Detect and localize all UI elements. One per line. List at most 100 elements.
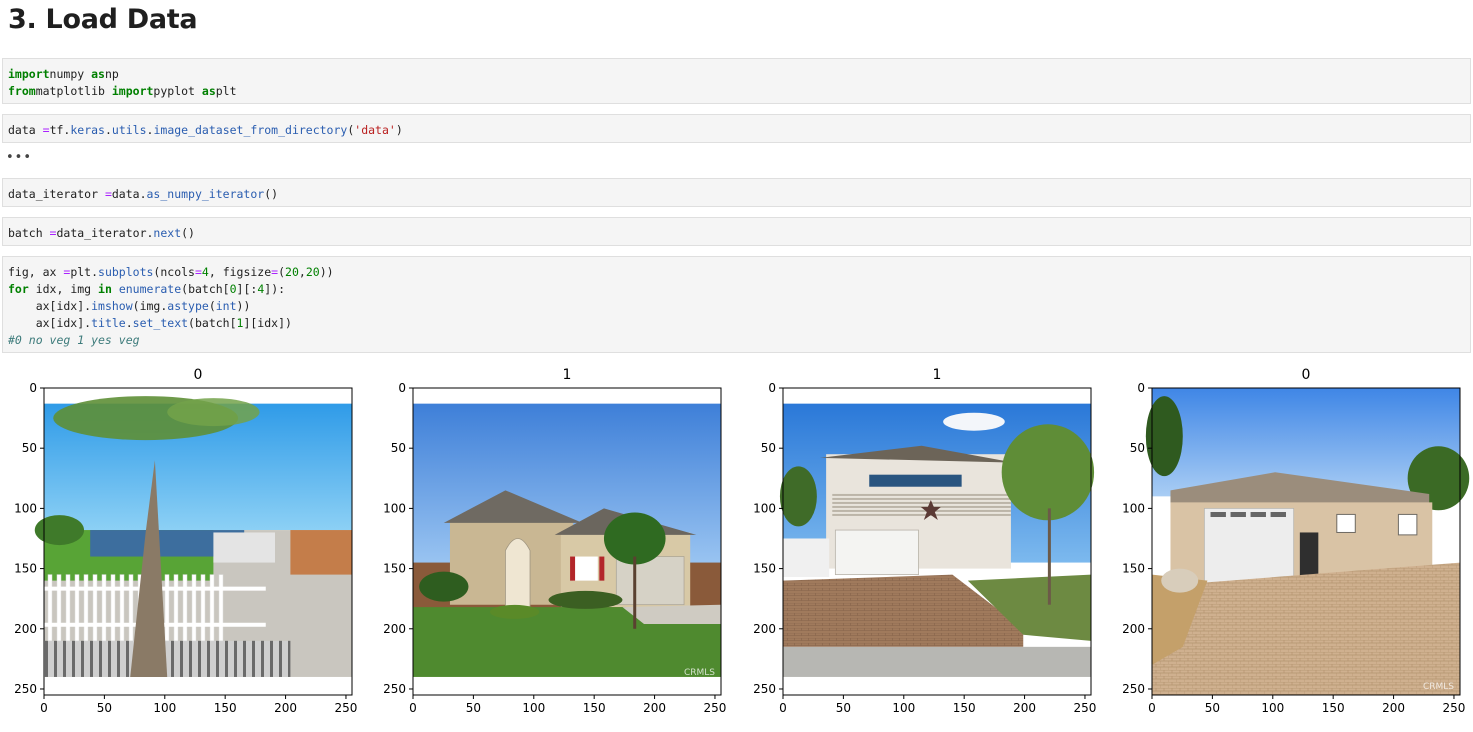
x-tick-label: 0 [40,701,48,715]
code-line: data_iterator =data.as_numpy_iterator() [8,186,1465,203]
code-token: as [91,67,105,81]
x-tick-label: 100 [892,701,915,715]
x-tick-label: 0 [1148,701,1156,715]
code-token: (batch[ [181,282,230,296]
x-tick-label: 50 [97,701,112,715]
code-token: as [201,84,216,98]
code-token: idx, img [28,282,99,296]
y-tick-label: 50 [22,441,37,455]
y-tick-label: 200 [1122,622,1145,636]
y-tick-label: 50 [1130,441,1145,455]
code-token: ( [208,299,216,313]
code-token: #0 no veg 1 yes veg [8,333,140,347]
subplot-3 [1145,388,1470,695]
code-token: = [194,265,202,279]
y-tick-label: 200 [14,622,37,636]
code-cell-plot[interactable]: fig, ax =plt.subplots(ncols=4, figsize=(… [2,256,1471,353]
x-tick-label: 150 [214,701,237,715]
code-token: imshow [91,299,133,313]
y-tick-label: 250 [1122,682,1145,696]
y-tick-label: 150 [1122,562,1145,576]
x-tick-label: 150 [953,701,976,715]
code-token: title [91,316,126,330]
code-cell-imports[interactable]: importnumpy asnp frommatplotlib importpyp… [2,58,1471,104]
y-tick-label: 150 [383,562,406,576]
code-token: 4 [201,265,209,279]
image-grid-figure: 00501001502002500 50 100 150 200 250105010015… [14,367,1470,715]
y-tick-label: 0 [398,381,406,395]
y-tick-label: 100 [1122,501,1145,515]
code-token: from [8,84,36,98]
x-tick-label: 200 [1382,701,1405,715]
y-tick-label: 150 [14,562,37,576]
code-token: )) [319,265,334,279]
x-tick-label: 200 [643,701,666,715]
code-token: numpy [49,67,92,81]
x-tick-label: 250 [335,701,358,715]
code-token: )) [236,299,251,313]
code-line: ax[idx].imshow(img.astype(int)) [8,298,1465,315]
code-token: 20 [285,265,299,279]
code-token: () [181,226,195,240]
code-token: ) [395,123,403,137]
subplot-title: 0 [194,367,203,383]
code-token: matplotlib [35,84,112,98]
x-tick-label: 0 [409,701,417,715]
code-cell-iter[interactable]: data_iterator =data.as_numpy_iterator() [2,178,1471,207]
code-line: importnumpy asnp [8,66,1465,83]
output-more-dots[interactable]: ••• [6,150,32,165]
y-tick-label: 200 [383,622,406,636]
code-cell-batch[interactable]: batch =data_iterator.next() [2,217,1471,246]
code-token: in [98,282,112,296]
code-token: ][idx]) [243,316,292,330]
code-token: . [125,316,133,330]
y-tick-label: 0 [768,381,776,395]
code-token: (ncols [153,265,195,279]
y-tick-label: 50 [391,441,406,455]
code-token: 20 [305,265,320,279]
code-token: ax[idx]. [8,316,92,330]
y-tick-label: 250 [14,682,37,696]
code-token: ( [278,265,286,279]
x-tick-label: 50 [466,701,481,715]
y-tick-label: 250 [753,682,776,696]
image-watermark: CRMLS [1423,682,1454,692]
x-tick-label: 100 [153,701,176,715]
code-token: (batch[ [188,316,237,330]
code-token: next [153,226,182,240]
code-line: frommatplotlib importpyplot asplt [8,83,1465,100]
y-tick-label: 0 [1137,381,1145,395]
code-token: ]): [264,282,286,296]
x-tick-label: 150 [1322,701,1345,715]
code-token: plt. [70,265,99,279]
code-token: () [264,187,279,201]
y-tick-label: 0 [29,381,37,395]
code-token: data [8,123,43,137]
code-token: (img. [132,299,168,313]
y-tick-label: 50 [761,441,776,455]
y-tick-label: 100 [383,501,406,515]
x-tick-label: 250 [704,701,727,715]
code-line: data =tf.keras.utils.image_dataset_from_… [8,122,1465,139]
subplot-0 [34,388,352,695]
y-tick-label: 100 [753,501,776,515]
subplot-title: 1 [563,367,572,383]
code-token: int [215,299,237,313]
x-tick-label: 100 [522,701,545,715]
code-token: . [104,123,112,137]
x-tick-label: 0 [779,701,787,715]
code-token: 'data' [354,123,396,137]
code-token: data_iterator. [56,226,154,240]
x-tick-label: 250 [1074,701,1097,715]
x-tick-label: 50 [836,701,851,715]
code-cell-load[interactable]: data =tf.keras.utils.image_dataset_from_… [2,114,1471,143]
y-tick-label: 100 [14,501,37,515]
code-token: astype [167,299,209,313]
code-token: as_numpy_iterator [146,187,265,201]
code-line: fig, ax =plt.subplots(ncols=4, figsize=(… [8,264,1465,281]
y-tick-label: 150 [753,562,776,576]
x-tick-label: 200 [274,701,297,715]
image-watermark: CRMLS [684,668,715,678]
x-tick-label: 50 [1205,701,1220,715]
